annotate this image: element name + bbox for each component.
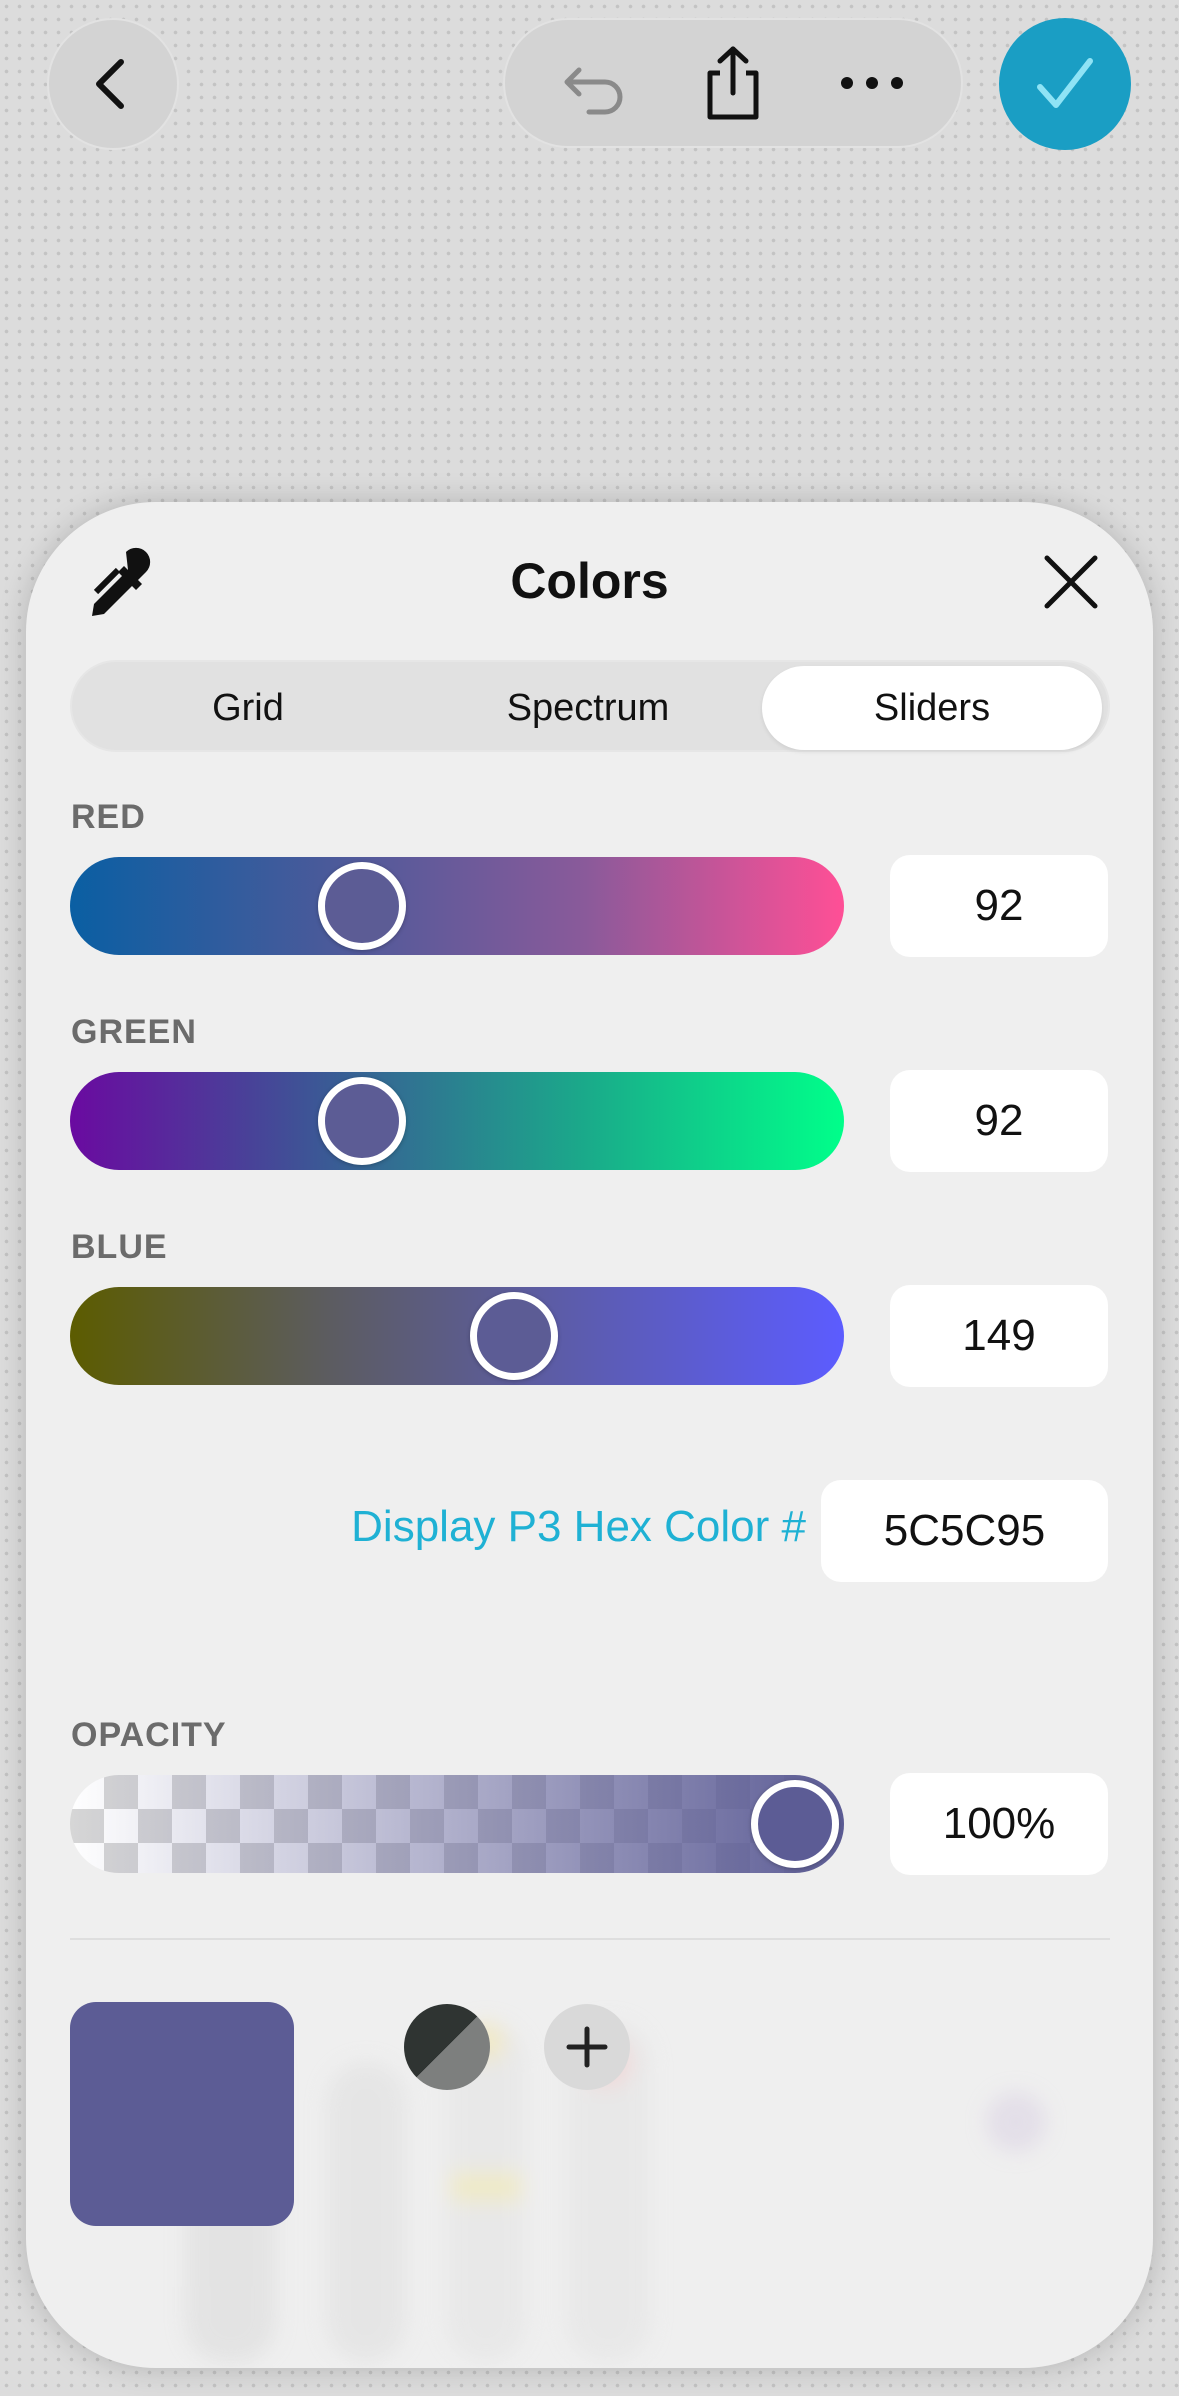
plus-icon [566,2026,608,2068]
close-icon[interactable] [1041,552,1101,612]
toolbar-pill [503,18,963,148]
green-slider[interactable] [70,1072,844,1170]
tab-spectrum[interactable]: Spectrum [418,666,758,750]
panel-title: Colors [510,553,669,609]
chevron-left-icon [96,59,124,109]
color-mode-segmented-control: Grid Spectrum Sliders [70,660,1110,752]
red-value-field[interactable]: 92 [890,855,1108,957]
back-button[interactable] [47,18,179,150]
share-icon [707,46,759,120]
blue-label: BLUE [71,1228,168,1266]
current-color-swatch [70,2002,294,2226]
opacity-slider-thumb[interactable] [751,1780,839,1868]
opacity-slider[interactable] [70,1775,844,1873]
opacity-value-field[interactable]: 100% [890,1773,1108,1875]
green-slider-thumb[interactable] [318,1077,407,1165]
add-color-button[interactable] [544,2004,630,2090]
green-value-field[interactable]: 92 [890,1070,1108,1172]
blue-slider-thumb[interactable] [470,1292,559,1380]
undo-icon [564,67,623,115]
blue-slider[interactable] [70,1287,844,1385]
divider [70,1938,1110,1940]
tab-grid[interactable]: Grid [78,666,418,750]
opacity-gradient [70,1775,844,1873]
hex-color-field[interactable]: 5C5C95 [821,1480,1108,1582]
opacity-label: OPACITY [71,1716,227,1754]
undo-button[interactable] [549,38,639,128]
hex-color-label: Display P3 Hex Color # [351,1502,806,1551]
colors-sheet: Colors Grid Spectrum Sliders RED 92 GREE… [26,502,1153,2368]
checkmark-icon [1037,58,1093,108]
blue-value-field[interactable]: 149 [890,1285,1108,1387]
done-button[interactable] [999,18,1131,150]
red-slider[interactable] [70,857,844,955]
red-label: RED [71,798,146,836]
share-button[interactable] [688,38,778,128]
ellipsis-icon [840,77,903,89]
green-label: GREEN [71,1013,197,1051]
tab-sliders[interactable]: Sliders [762,666,1102,750]
color-swatch[interactable] [404,2004,490,2090]
more-button[interactable] [827,38,917,128]
red-slider-thumb[interactable] [318,862,407,950]
